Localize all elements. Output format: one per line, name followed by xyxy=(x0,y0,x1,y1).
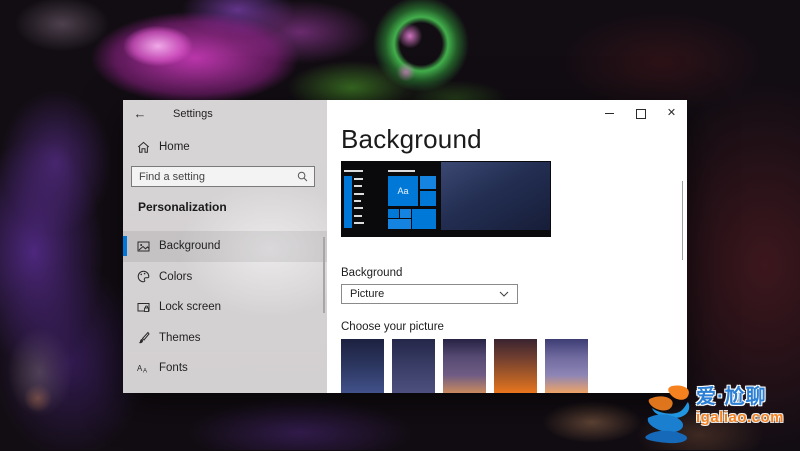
preview-tiles-header xyxy=(388,170,415,172)
sidebar-item-lock-screen[interactable]: Lock screen xyxy=(123,292,327,323)
sidebar-scrollbar[interactable] xyxy=(323,237,325,313)
sidebar-item-label: Colors xyxy=(159,270,193,283)
preview-tile xyxy=(388,219,411,229)
preview-applist-row xyxy=(354,185,362,188)
picture-thumbnail-3[interactable] xyxy=(443,339,486,393)
preview-applist-row xyxy=(354,199,361,202)
sidebar-item-label: Background xyxy=(159,240,221,253)
background-type-dropdown[interactable]: Picture xyxy=(341,284,518,304)
selected-accent-bar xyxy=(123,236,127,256)
sidebar-item-label: Lock screen xyxy=(159,301,222,314)
preview-tile xyxy=(400,209,411,218)
maximize-button[interactable] xyxy=(625,100,656,127)
preview-applist-row xyxy=(354,221,364,224)
minimize-button[interactable] xyxy=(594,100,625,127)
maximize-icon xyxy=(635,108,646,119)
fonts-icon: AA xyxy=(137,362,150,375)
svg-text:A: A xyxy=(143,368,147,374)
picture-thumbnail-4[interactable] xyxy=(494,339,537,393)
preview-applist-row xyxy=(354,178,363,180)
settings-content: Background Aa Background Picture Choose … xyxy=(327,127,687,393)
themes-icon xyxy=(137,331,150,344)
search-icon[interactable] xyxy=(297,171,308,182)
preview-applist-header xyxy=(344,170,363,172)
section-heading: Personalization xyxy=(138,200,227,214)
close-icon: ✕ xyxy=(666,107,677,119)
preview-tile xyxy=(412,209,436,229)
picture-thumbnail-1[interactable] xyxy=(341,339,384,393)
watermark-title: 爱·尬聊 xyxy=(696,386,767,408)
preview-desktop xyxy=(441,162,550,230)
sidebar-item-label: Fonts xyxy=(159,362,188,375)
close-button[interactable]: ✕ xyxy=(656,100,687,127)
lock-screen-icon xyxy=(137,301,150,314)
sidebar-item-label: Themes xyxy=(159,331,201,344)
preview-tile xyxy=(420,191,436,206)
preview-applist-row xyxy=(354,192,364,195)
preview-applist-row xyxy=(354,214,362,217)
sidebar-item-home[interactable]: Home xyxy=(123,135,327,159)
preview-aa-tile: Aa xyxy=(388,176,418,206)
preview-tile xyxy=(420,176,436,189)
sidebar-item-colors[interactable]: Colors xyxy=(123,262,327,293)
sidebar-item-fonts[interactable]: A A Fonts xyxy=(123,353,327,384)
search-input[interactable] xyxy=(132,170,297,183)
watermark-logo-icon xyxy=(642,384,694,451)
settings-sidebar: Home Personalization Background Colors Loc… xyxy=(123,127,327,393)
picture-thumbnail-5[interactable] xyxy=(545,339,588,393)
titlebar-right: ✕ xyxy=(327,100,687,127)
page-title: Background xyxy=(341,127,482,154)
svg-text:A: A xyxy=(137,364,143,373)
titlebar-left: ← Settings xyxy=(123,100,327,127)
search-box xyxy=(131,166,315,187)
watermark: 爱·尬聊 igaliao.com xyxy=(642,380,800,448)
preview-scrollbar xyxy=(344,176,352,228)
chevron-down-icon xyxy=(499,291,509,297)
settings-window: ← Settings ✕ Home Personalization xyxy=(123,100,687,393)
background-preview: Aa xyxy=(341,161,551,237)
watermark-url: igaliao.com xyxy=(696,409,785,426)
picture-thumbnail-2[interactable] xyxy=(392,339,435,393)
watermark-text: 爱·尬聊 igaliao.com xyxy=(696,380,784,426)
background-field-label: Background xyxy=(341,267,403,279)
home-icon xyxy=(137,141,150,154)
window-title: Settings xyxy=(173,107,213,120)
sidebar-item-label: Home xyxy=(159,141,190,153)
sidebar-nav: Background Colors Lock screen Themes A A Fonts xyxy=(123,231,327,384)
choose-picture-label: Choose your picture xyxy=(341,321,444,333)
background-icon xyxy=(137,240,150,253)
preview-tile xyxy=(388,209,399,218)
titlebar: ← Settings ✕ xyxy=(123,100,687,127)
back-button[interactable]: ← xyxy=(123,106,157,121)
picture-thumbnails xyxy=(341,339,588,393)
preview-applist-row xyxy=(354,207,363,210)
colors-icon xyxy=(137,270,150,283)
sidebar-item-themes[interactable]: Themes xyxy=(123,323,327,354)
minimize-icon xyxy=(605,112,614,115)
content-scrollbar[interactable] xyxy=(681,181,683,260)
sidebar-item-background[interactable]: Background xyxy=(123,231,327,262)
dropdown-value: Picture xyxy=(350,288,385,300)
